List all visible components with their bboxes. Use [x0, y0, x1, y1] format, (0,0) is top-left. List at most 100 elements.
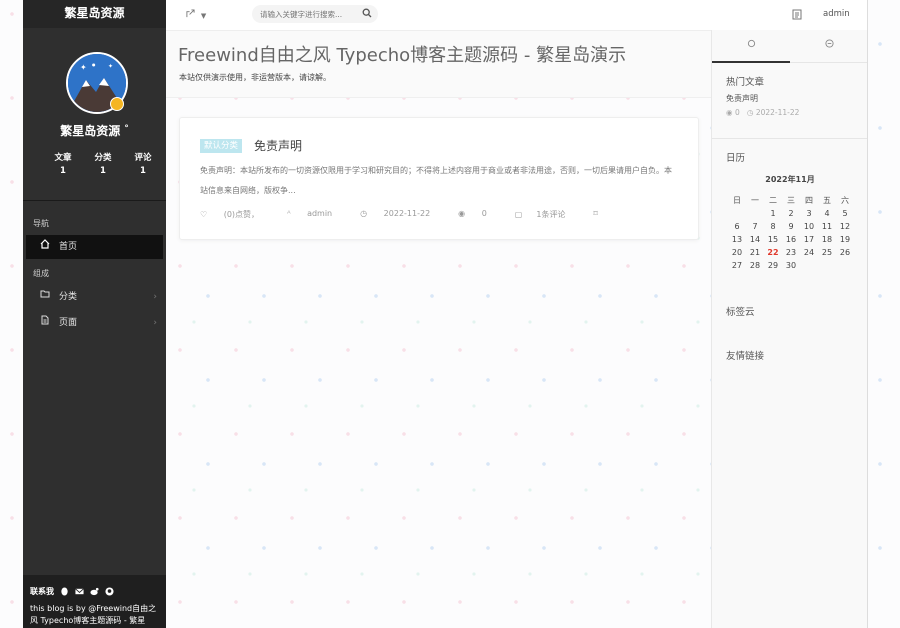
calendar-day[interactable]: 25: [818, 246, 836, 259]
footer-credit[interactable]: this blog is by @Freewind自由之风 Typecho博客主…: [30, 603, 162, 627]
stat-comments[interactable]: 评论 1: [128, 152, 158, 178]
calendar-day[interactable]: 5: [836, 207, 854, 220]
sidebar-item-home[interactable]: 首页: [26, 235, 163, 259]
calendar-day[interactable]: 24: [800, 246, 818, 259]
post-excerpt: 免责声明：本站所发布的一切资源仅限用于学习和研究目的；不得将上述内容用于商业或者…: [200, 166, 672, 195]
search-input[interactable]: [260, 7, 356, 21]
calendar-weekday: 二: [769, 196, 777, 205]
calendar-day[interactable]: 11: [818, 220, 836, 233]
calendar-title: 日历: [726, 153, 746, 164]
calendar-day[interactable]: 21: [746, 246, 764, 259]
clock-icon: ◷: [746, 108, 754, 117]
calendar-day[interactable]: 9: [782, 220, 800, 233]
sidebar-item-pages[interactable]: 页面 ›: [26, 311, 163, 335]
stat-value: 1: [100, 166, 106, 176]
calendar-day[interactable]: 22: [764, 246, 782, 259]
weibo-icon[interactable]: [90, 587, 99, 596]
calendar-day[interactable]: 26: [836, 246, 854, 259]
file-icon: [39, 311, 51, 335]
sidebar-item-label: 首页: [59, 242, 78, 252]
calendar-weekday: 五: [823, 196, 831, 205]
calendar-day[interactable]: 27: [728, 259, 746, 272]
calendar-day[interactable]: 28: [746, 259, 764, 272]
calendar-day[interactable]: 8: [764, 220, 782, 233]
friend-links-title: 友情链接: [726, 351, 765, 362]
calendar-day[interactable]: 19: [836, 233, 854, 246]
calendar-day[interactable]: 6: [728, 220, 746, 233]
calendar-day[interactable]: 29: [764, 259, 782, 272]
author-name: admin: [307, 209, 333, 218]
calendar-day[interactable]: 23: [782, 246, 800, 259]
contact-row: 联系我: [30, 586, 114, 597]
stat-label: 评论: [134, 153, 152, 163]
github-icon[interactable]: [105, 587, 114, 596]
calendar-weekday: 四: [805, 196, 813, 205]
calendar-empty: [836, 259, 854, 272]
calendar-day[interactable]: 20: [728, 246, 746, 259]
stat-posts[interactable]: 文章 1: [48, 152, 78, 178]
section-header: 组成: [33, 269, 49, 278]
calendar-day[interactable]: 16: [782, 233, 800, 246]
views-count: 0: [481, 209, 487, 218]
post-date: ◷ 2022-11-22: [360, 209, 444, 220]
calendar-day[interactable]: 30: [782, 259, 800, 272]
eye-icon: ◉: [726, 108, 733, 117]
page-title: Freewind自由之风 Typecho博客主题源码 - 繁星岛演示: [178, 45, 627, 66]
calendar-weekday: 六: [841, 196, 849, 205]
calendar-day[interactable]: 12: [836, 220, 854, 233]
fire-icon: [747, 39, 755, 48]
mail-icon[interactable]: [75, 587, 84, 596]
document-icon[interactable]: [792, 9, 802, 23]
search-icon[interactable]: [362, 8, 372, 18]
calendar-day[interactable]: 13: [728, 233, 746, 246]
calendar-caption: 2022年11月: [765, 175, 815, 184]
post-meta: ♡ (0)点赞， ᴬ admin ◷ 2022-11-22 ◉ 0 ▢ 1条评论 …: [200, 209, 612, 220]
calendar-day[interactable]: 3: [800, 207, 818, 220]
heart-icon: ♡: [200, 210, 208, 219]
top-bar: ▼ admin: [166, 0, 868, 31]
tab-comments[interactable]: [790, 30, 868, 62]
calendar-day[interactable]: 4: [818, 207, 836, 220]
post-author[interactable]: ᴬ admin: [287, 209, 346, 220]
tab-hot[interactable]: [712, 30, 790, 63]
user-name-text: 繁星岛资源: [60, 124, 121, 138]
hot-post-link[interactable]: 免责声明: [726, 93, 758, 104]
sidebar-item-category[interactable]: 分类 ›: [26, 285, 163, 309]
search-box: [252, 5, 378, 23]
sidebar-footer: 联系我 this blog is by @Freewind自由之风 Typech…: [23, 575, 166, 628]
share-dropdown[interactable]: ▼: [186, 9, 206, 21]
verified-badge-icon: [110, 97, 124, 111]
stat-categories[interactable]: 分类 1: [88, 152, 118, 178]
nav-header: 导航: [33, 219, 49, 228]
calendar-day[interactable]: 18: [818, 233, 836, 246]
status-dot-icon: °: [124, 124, 129, 134]
tag-cloud-title: 标签云: [726, 307, 755, 318]
calendar-day[interactable]: 15: [764, 233, 782, 246]
post-title[interactable]: 免责声明: [254, 137, 302, 154]
like-button[interactable]: ♡ (0)点赞，: [200, 209, 273, 220]
calendar: 日一二三四五六 1 2 3 4 5 6 7 8 9 10 11 12 13 14 15 16 17 18 19 20 2…: [728, 194, 854, 272]
calendar-day[interactable]: 7: [746, 220, 764, 233]
calendar-day[interactable]: 10: [800, 220, 818, 233]
hot-views: 0: [734, 108, 740, 117]
calendar-day[interactable]: 14: [746, 233, 764, 246]
like-count: (0)点赞，: [223, 210, 260, 219]
eye-icon: ◉: [458, 209, 466, 218]
home-icon: [39, 235, 51, 259]
hot-post-meta: ◉ 0 ◷ 2022-11-22: [726, 108, 799, 117]
category-tag[interactable]: 默认分类: [200, 139, 243, 153]
stat-label: 文章: [54, 153, 72, 163]
chat-icon: [824, 39, 834, 48]
sidebar: 繁星岛资源 ✦ ✦ ● 繁星岛资源 ° 文章 1 分类 1 评论 1 导航 首页…: [23, 0, 166, 628]
svg-text:✦: ✦: [108, 63, 113, 70]
qq-icon[interactable]: [60, 587, 69, 596]
calendar-day[interactable]: 2: [782, 207, 800, 220]
calendar-day[interactable]: 1: [764, 207, 782, 220]
svg-text:●: ●: [92, 62, 96, 67]
site-brand[interactable]: 繁星岛资源: [23, 0, 166, 28]
calendar-day[interactable]: 17: [800, 233, 818, 246]
user-menu[interactable]: admin: [823, 9, 850, 19]
tag-icon[interactable]: ⌑: [593, 209, 597, 220]
calendar-weekday: 日: [733, 196, 741, 205]
post-comments[interactable]: ▢ 1条评论: [515, 209, 580, 220]
